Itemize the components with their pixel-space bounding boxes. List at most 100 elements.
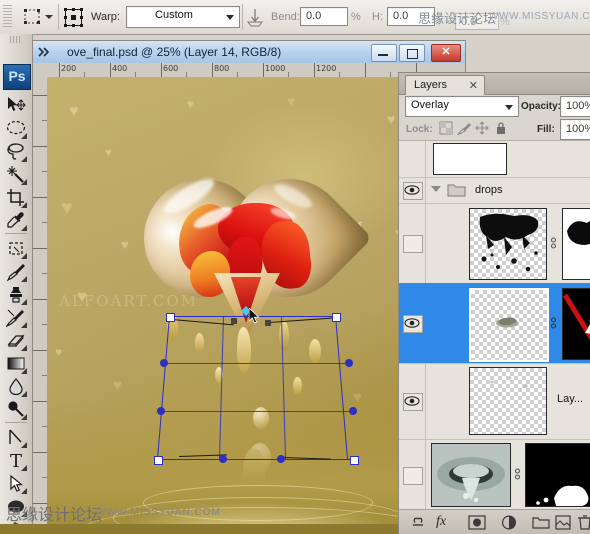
path-selection-tool[interactable] — [4, 472, 28, 495]
tool-flyout-triangle — [21, 179, 27, 185]
group-expand-triangle-icon[interactable] — [431, 186, 441, 192]
blur-tool[interactable] — [4, 375, 28, 398]
cursor-pointer-icon — [249, 308, 260, 324]
move-tool[interactable] — [4, 94, 28, 117]
elliptical-marquee-tool[interactable] — [4, 117, 28, 140]
tool-flyout-triangle — [21, 225, 27, 231]
layers-list[interactable]: drops Lay... — [399, 141, 590, 509]
layer-style-button[interactable]: fx — [436, 514, 456, 531]
layer-thumbnail[interactable] — [469, 288, 549, 362]
warp-edge-point-right-1[interactable] — [345, 359, 353, 367]
layer-thumbnail[interactable] — [469, 208, 547, 280]
lock-label: Lock: — [406, 124, 433, 135]
lock-all-icon[interactable] — [494, 121, 508, 135]
type-tool[interactable]: T — [4, 449, 28, 472]
dodge-tool[interactable] — [4, 398, 28, 421]
tool-flyout-triangle — [21, 253, 27, 259]
warp-orientation-icon[interactable] — [246, 8, 264, 27]
minimize-button[interactable] — [371, 44, 397, 62]
brush-tool[interactable] — [4, 260, 28, 283]
blend-mode-value: Overlay — [411, 99, 449, 111]
eraser-tool[interactable] — [4, 329, 28, 352]
table-row[interactable] — [399, 203, 590, 284]
vertical-ruler[interactable] — [33, 77, 48, 534]
new-group-button[interactable] — [532, 514, 550, 531]
layer-group-drops[interactable]: drops — [399, 177, 590, 204]
layer-mask-thumbnail[interactable] — [525, 443, 590, 507]
h-label: H: — [372, 11, 383, 23]
layer-thumbnail[interactable] — [433, 143, 507, 175]
magic-wand-tool[interactable] — [4, 163, 28, 186]
warp-transform-overlay[interactable] — [154, 306, 359, 465]
tool-preset-picker[interactable] — [22, 6, 56, 28]
layer-thumbnail[interactable] — [431, 443, 511, 507]
layers-panel: Layers ✕ Overlay Opacity: 100% Lock: — [398, 72, 590, 534]
ruler-tick-800: 800 — [214, 64, 230, 73]
link-layers-button[interactable] — [409, 514, 427, 531]
tab-layers[interactable]: Layers ✕ — [405, 75, 485, 95]
visibility-toggle[interactable] — [403, 315, 423, 333]
visibility-toggle[interactable] — [403, 393, 423, 411]
warp-edge-point-left-2[interactable] — [157, 407, 165, 415]
visibility-toggle[interactable] — [403, 235, 423, 253]
layer-thumbnail[interactable] — [469, 367, 547, 435]
toolbox-grip[interactable] — [10, 36, 22, 43]
eyedropper-tool[interactable] — [4, 209, 28, 232]
layers-panel-footer: fx — [399, 509, 590, 534]
options-bar-grip[interactable] — [3, 5, 12, 29]
lock-transparent-pixels-icon[interactable] — [439, 121, 453, 135]
table-row[interactable] — [399, 439, 590, 509]
visibility-toggle[interactable] — [403, 467, 423, 485]
warp-style-dropdown[interactable]: Custom — [126, 6, 240, 28]
warp-edge-point-left-1[interactable] — [160, 359, 168, 367]
bend-input[interactable]: 0.0 — [300, 7, 348, 26]
opacity-input[interactable]: 100% — [560, 96, 590, 117]
clone-stamp-tool[interactable] — [4, 283, 28, 306]
ruler-tick-1000: 1000 — [265, 64, 286, 73]
warp-edge-point-bottom-1[interactable] — [219, 455, 227, 463]
warp-edge-point-right-2[interactable] — [349, 407, 357, 415]
new-layer-button[interactable] — [554, 514, 572, 531]
tool-flyout-triangle — [21, 391, 27, 397]
patch-tool[interactable] — [4, 237, 28, 260]
watermark-bottom-cn: 思缘设计论坛 — [6, 505, 103, 524]
delete-layer-button[interactable] — [576, 514, 590, 531]
link-mask-icon[interactable] — [549, 316, 558, 330]
layer-row-lay[interactable]: Lay... — [399, 363, 590, 440]
warp-corner-handle-bl[interactable] — [154, 456, 163, 465]
pen-tool[interactable] — [4, 426, 28, 449]
bend-value: 0.0 — [306, 10, 322, 22]
maximize-button[interactable] — [399, 44, 425, 62]
layer-row-selected[interactable] — [399, 283, 590, 364]
link-mask-icon[interactable] — [549, 236, 558, 250]
tool-flyout-triangle — [21, 202, 27, 208]
link-mask-icon[interactable] — [513, 467, 522, 481]
layer-mask-thumbnail[interactable] — [562, 288, 590, 360]
gradient-tool[interactable] — [4, 352, 28, 375]
warp-edge-point-bottom-2[interactable] — [277, 455, 285, 463]
watermark-top-url: WWW.MISSYUAN.COM — [489, 11, 590, 22]
lock-position-icon[interactable] — [475, 121, 489, 135]
table-row[interactable] — [399, 141, 590, 178]
eye-icon — [404, 318, 420, 328]
fill-input[interactable]: 100% — [560, 119, 590, 140]
new-adjustment-layer-button[interactable] — [500, 514, 518, 531]
warp-corner-handle-br[interactable] — [350, 456, 359, 465]
double-chevron-right-icon[interactable] — [37, 45, 51, 59]
layer-mask-thumbnail[interactable] — [562, 208, 590, 280]
options-divider — [58, 4, 59, 30]
add-layer-mask-button[interactable] — [468, 514, 486, 531]
warp-corner-handle-tl[interactable] — [166, 313, 175, 322]
visibility-toggle[interactable] — [403, 182, 423, 200]
close-button[interactable]: ✕ — [431, 44, 461, 62]
options-bar: Warp: Custom Bend: 0.0 % H: 0.0 0.0 % 思缘… — [0, 0, 590, 35]
history-brush-tool[interactable] — [4, 306, 28, 329]
crop-tool[interactable] — [4, 186, 28, 209]
lock-image-pixels-icon[interactable] — [457, 121, 471, 135]
blend-mode-dropdown[interactable]: Overlay — [405, 96, 519, 117]
layers-panel-tabstrip: Layers ✕ — [399, 73, 590, 95]
lasso-tool[interactable] — [4, 140, 28, 163]
document-titlebar[interactable]: ove_final.psd @ 25% (Layer 14, RGB/8) ✕ — [33, 41, 465, 64]
close-icon[interactable]: ✕ — [469, 79, 478, 92]
warp-corner-handle-tr[interactable] — [332, 313, 341, 322]
